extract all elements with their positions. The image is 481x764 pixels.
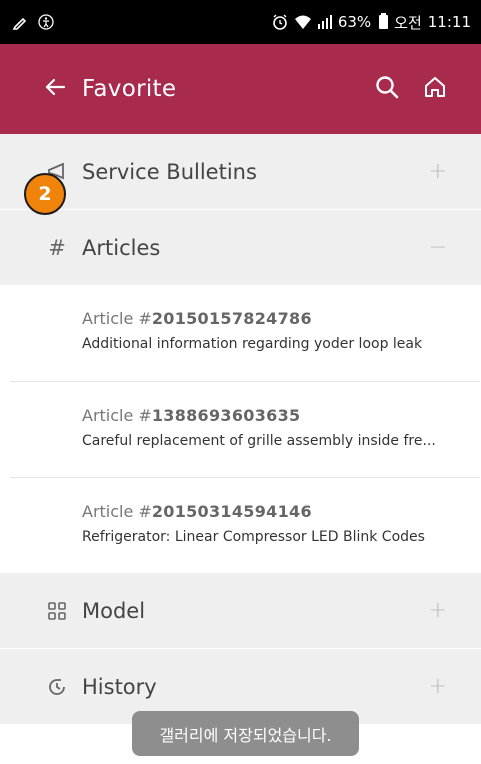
article-number: Article #20150157824786	[82, 309, 461, 328]
clock: 11:11	[427, 13, 471, 31]
arrow-left-icon[interactable]	[44, 77, 72, 101]
article-title: Refrigerator: Linear Compressor LED Blin…	[82, 529, 425, 545]
status-bar: 63% 오전 11:11	[0, 0, 481, 44]
battery-icon	[379, 13, 389, 29]
expand-icon[interactable]: +	[429, 159, 447, 184]
pen-icon	[12, 14, 28, 30]
article-number: Article #1388693603635	[82, 406, 461, 425]
section-model[interactable]: Model +	[0, 573, 481, 648]
search-icon	[375, 75, 399, 103]
step-badge: 2	[24, 173, 66, 215]
section-label: Articles	[82, 235, 161, 260]
article-id: 20150157824786	[151, 309, 312, 328]
list-item[interactable]: Article #20150157824786 Additional infor…	[0, 285, 481, 381]
article-number: Article #20150314594146	[82, 502, 461, 521]
expand-icon[interactable]: +	[429, 674, 447, 699]
home-button[interactable]	[419, 73, 451, 105]
search-button[interactable]	[371, 73, 403, 105]
article-id: 20150314594146	[151, 502, 312, 521]
article-prefix: Article #	[82, 309, 152, 328]
section-articles[interactable]: # Articles −	[0, 210, 481, 285]
article-id: 1388693603635	[151, 406, 301, 425]
wifi-icon	[294, 14, 311, 30]
expand-icon[interactable]: +	[429, 598, 447, 623]
app-header: Favorite	[0, 44, 481, 134]
battery-percent: 63%	[337, 13, 372, 31]
collapse-icon[interactable]: −	[429, 235, 447, 260]
section-service-bulletins[interactable]: Service Bulletins +	[0, 134, 481, 209]
toast-message: 갤러리에 저장되었습니다.	[132, 711, 359, 756]
article-title: Careful replacement of grille assembly i…	[82, 433, 436, 449]
page-title: Favorite	[82, 76, 177, 102]
time-prefix: 오전	[394, 13, 422, 32]
grid-icon	[46, 600, 68, 622]
hash-icon: #	[48, 235, 66, 260]
history-icon	[46, 676, 68, 698]
section-label: Service Bulletins	[82, 159, 257, 184]
article-prefix: Article #	[82, 502, 152, 521]
section-label: Model	[82, 598, 146, 623]
home-icon	[423, 75, 447, 103]
list-item[interactable]: Article #20150314594146 Refrigerator: Li…	[0, 478, 481, 574]
section-label: History	[82, 674, 157, 699]
signal-icon	[316, 14, 332, 30]
list-item[interactable]: Article #1388693603635 Careful replaceme…	[0, 382, 481, 478]
status-left	[12, 14, 54, 30]
accessibility-icon	[38, 14, 54, 30]
article-title: Additional information regarding yoder l…	[82, 336, 423, 352]
status-right: 63% 오전 11:11	[272, 12, 471, 33]
alarm-icon	[272, 14, 288, 30]
article-prefix: Article #	[82, 406, 152, 425]
